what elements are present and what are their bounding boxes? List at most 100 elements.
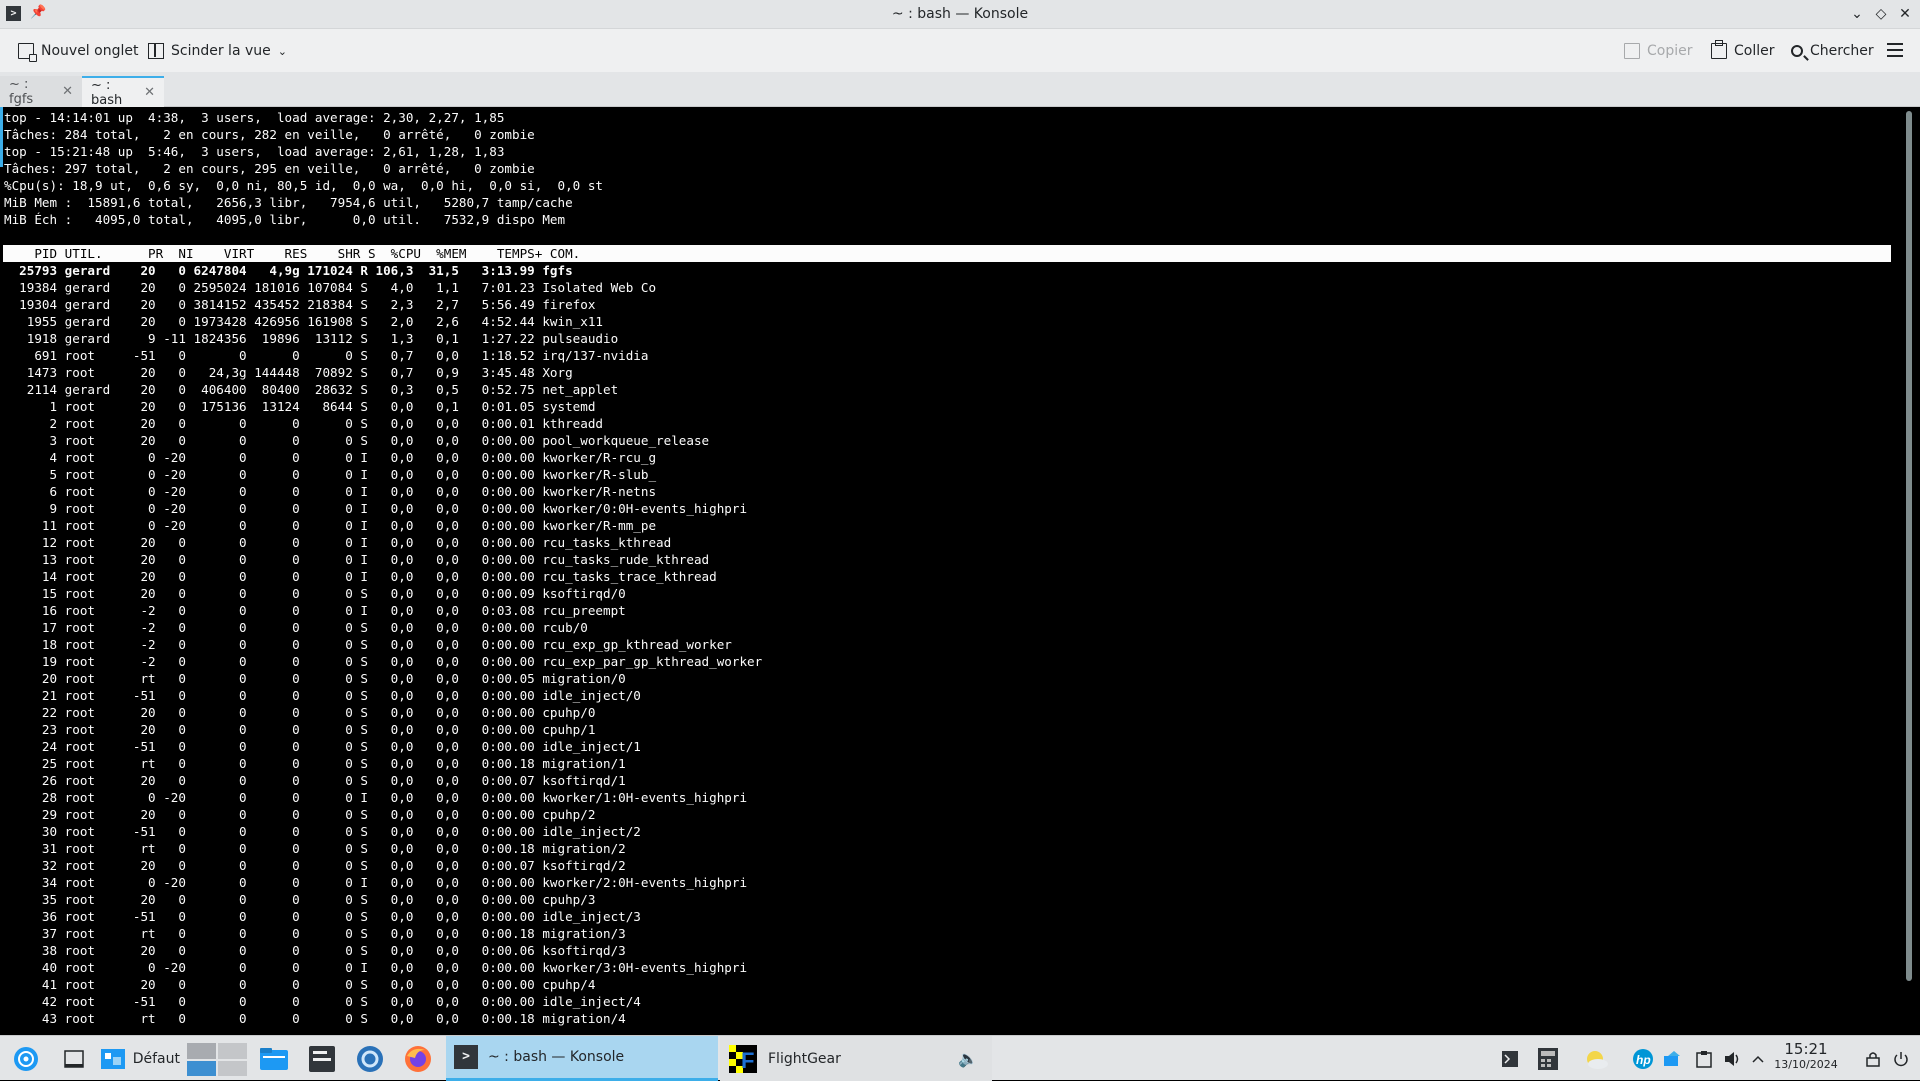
svg-text:hp: hp [1636,1053,1651,1067]
maximize-button[interactable]: ◇ [1870,3,1892,25]
title-bar: > 📌 ~ : bash — Konsole ⌄ ◇ ✕ [0,0,1920,29]
hp-printer-icon[interactable]: hp [1630,1036,1656,1081]
process-row: 12 root 20 0 0 0 0 I 0,0 0,0 0:00.00 rcu… [4,535,672,550]
process-row: 3 root 20 0 0 0 0 S 0,0 0,0 0:00.00 pool… [4,433,710,448]
network-icon[interactable] [1660,1036,1684,1081]
terminal-output: top - 14:14:01 up 4:38, 3 users, load av… [3,109,1892,1027]
process-row: 1 root 20 0 175136 13124 8644 S 0,0 0,1 … [4,399,596,414]
task-konsole[interactable]: > ~ : bash — Konsole [446,1036,718,1081]
process-row: 42 root -51 0 0 0 0 S 0,0 0,0 0:00.00 id… [4,994,641,1009]
process-row: 16 root -2 0 0 0 0 I 0,0 0,0 0:03.08 rcu… [4,603,626,618]
process-table-header: PID UTIL. PR NI VIRT RES SHR S %CPU %MEM… [3,245,1891,262]
tray-calculator-icon[interactable] [1534,1036,1562,1081]
chevron-down-icon: ⌄ [277,44,287,58]
tab-fgfs[interactable]: ~ : fgfs ✕ [0,76,82,107]
show-desktop-icon[interactable] [56,1036,92,1081]
taskbar: Défaut > ~ : bash — Konsole F FlightGear… [0,1035,1920,1081]
process-row: 29 root 20 0 0 0 0 S 0,0 0,0 0:00.00 cpu… [4,807,596,822]
process-row: 2 root 20 0 0 0 0 S 0,0 0,0 0:00.01 kthr… [4,416,603,431]
clock-time: 15:21 [1784,1040,1828,1058]
process-row: 1955 gerard 20 0 1973428 426956 161908 S… [4,314,603,329]
split-view-icon [148,43,164,59]
paste-button[interactable]: Coller [1711,38,1775,64]
toolbar: Nouvel onglet Scinder la vue ⌄ Copier Co… [0,29,1920,72]
process-row: 24 root -51 0 0 0 0 S 0,0 0,0 0:00.00 id… [4,739,641,754]
copy-label: Copier [1647,43,1693,59]
desktop-label: Défaut [132,1050,180,1067]
tab-label: ~ : fgfs [9,76,34,107]
process-row: 19304 gerard 20 0 3814152 435452 218384 … [4,297,596,312]
summary-line: top - 15:21:48 up 5:46, 3 users, load av… [4,144,505,159]
power-icon[interactable] [1890,1036,1912,1081]
process-row: 6 root 0 -20 0 0 0 I 0,0 0,0 0:00.00 kwo… [4,484,657,499]
flightgear-icon: F [729,1044,757,1073]
volume-icon[interactable] [1720,1036,1744,1081]
tray-terminal-icon[interactable] [1496,1036,1524,1081]
summary-line: MiB Éch : 4095,0 total, 4095,0 libr, 0,0… [4,212,566,227]
selection-marker [0,107,3,167]
close-tab-icon[interactable]: ✕ [144,85,155,100]
process-row: 38 root 20 0 0 0 0 S 0,0 0,0 0:00.06 kso… [4,943,626,958]
app-launcher-icon[interactable] [8,1036,44,1081]
search-icon [1791,45,1803,57]
copy-button[interactable]: Copier [1624,38,1693,64]
process-row: 40 root 0 -20 0 0 0 I 0,0 0,0 0:00.00 kw… [4,960,748,975]
process-row: 1473 root 20 0 24,3g 144448 70892 S 0,7 … [4,365,573,380]
process-row: 22 root 20 0 0 0 0 S 0,0 0,0 0:00.00 cpu… [4,705,596,720]
process-row: 11 root 0 -20 0 0 0 I 0,0 0,0 0:00.00 kw… [4,518,657,533]
new-tab-icon [18,43,37,62]
process-row: 18 root -2 0 0 0 0 S 0,0 0,0 0:00.00 rcu… [4,637,732,652]
process-row: 37 root rt 0 0 0 0 S 0,0 0,0 0:00.18 mig… [4,926,626,941]
summary-line: Tâches: 297 total, 2 en cours, 295 en ve… [4,161,535,176]
summary-line: top - 14:14:01 up 4:38, 3 users, load av… [4,110,505,125]
search-button[interactable]: Chercher [1791,38,1874,64]
search-label: Chercher [1810,43,1874,59]
close-button[interactable]: ✕ [1894,3,1916,25]
task-flightgear[interactable]: F FlightGear 🔈 [720,1036,992,1081]
process-row: 31 root rt 0 0 0 0 S 0,0 0,0 0:00.18 mig… [4,841,626,856]
process-row: 9 root 0 -20 0 0 0 I 0,0 0,0 0:00.00 kwo… [4,501,748,516]
tab-label: ~ : bash [91,77,123,108]
new-tab-label: Nouvel onglet [41,43,139,59]
terminal-launcher-icon[interactable] [304,1036,340,1081]
weather-icon[interactable] [1582,1036,1610,1081]
system-settings-icon[interactable] [352,1036,388,1081]
file-manager-icon[interactable] [256,1036,292,1081]
clipboard-icon[interactable] [1692,1036,1716,1081]
svg-text:F: F [741,1048,754,1073]
virtual-desktop-pager[interactable] [186,1036,248,1081]
tab-bash[interactable]: ~ : bash ✕ [82,76,164,108]
digital-clock[interactable]: 15:21 13/10/2024 [1770,1040,1842,1071]
split-view-button[interactable]: Scinder la vue ⌄ [148,38,287,64]
activity-switcher[interactable]: Défaut [100,1036,180,1081]
tray-expand-icon[interactable] [1748,1036,1768,1081]
minimize-button[interactable]: ⌄ [1846,3,1868,25]
summary-line [4,228,1892,245]
process-row: 5 root 0 -20 0 0 0 I 0,0 0,0 0:00.00 kwo… [4,467,657,482]
close-tab-icon[interactable]: ✕ [62,84,73,99]
lock-icon[interactable] [1862,1036,1884,1081]
firefox-icon[interactable] [400,1036,436,1081]
scrollbar-thumb[interactable] [1906,111,1912,981]
clock-date: 13/10/2024 [1774,1058,1838,1071]
new-tab-button[interactable]: Nouvel onglet [18,38,138,64]
process-row: 34 root 0 -20 0 0 0 I 0,0 0,0 0:00.00 kw… [4,875,748,890]
process-row: 19 root -2 0 0 0 0 S 0,0 0,0 0:00.00 rcu… [4,654,763,669]
paste-label: Coller [1734,43,1775,59]
copy-icon [1624,43,1640,59]
process-row: 25793 gerard 20 0 6247804 4,9g 171024 R … [4,263,573,278]
split-view-label: Scinder la vue [171,43,271,59]
process-row: 13 root 20 0 0 0 0 I 0,0 0,0 0:00.00 rcu… [4,552,710,567]
hamburger-menu-icon[interactable] [1887,43,1903,57]
process-row: 30 root -51 0 0 0 0 S 0,0 0,0 0:00.00 id… [4,824,641,839]
process-row: 17 root -2 0 0 0 0 S 0,0 0,0 0:00.00 rcu… [4,620,588,635]
task-label: FlightGear [768,1050,841,1067]
audio-playing-icon[interactable]: 🔈 [958,1049,978,1068]
process-row: 19384 gerard 20 0 2595024 181016 107084 … [4,280,657,295]
terminal-area[interactable]: top - 14:14:01 up 4:38, 3 users, load av… [0,107,1904,1035]
summary-line: %Cpu(s): 18,9 ut, 0,6 sy, 0,0 ni, 80,5 i… [4,178,603,193]
task-label: ~ : bash — Konsole [488,1049,625,1065]
process-row: 43 root rt 0 0 0 0 S 0,0 0,0 0:00.18 mig… [4,1011,626,1026]
process-row: 2114 gerard 20 0 406400 80400 28632 S 0,… [4,382,619,397]
paste-icon [1711,40,1727,59]
